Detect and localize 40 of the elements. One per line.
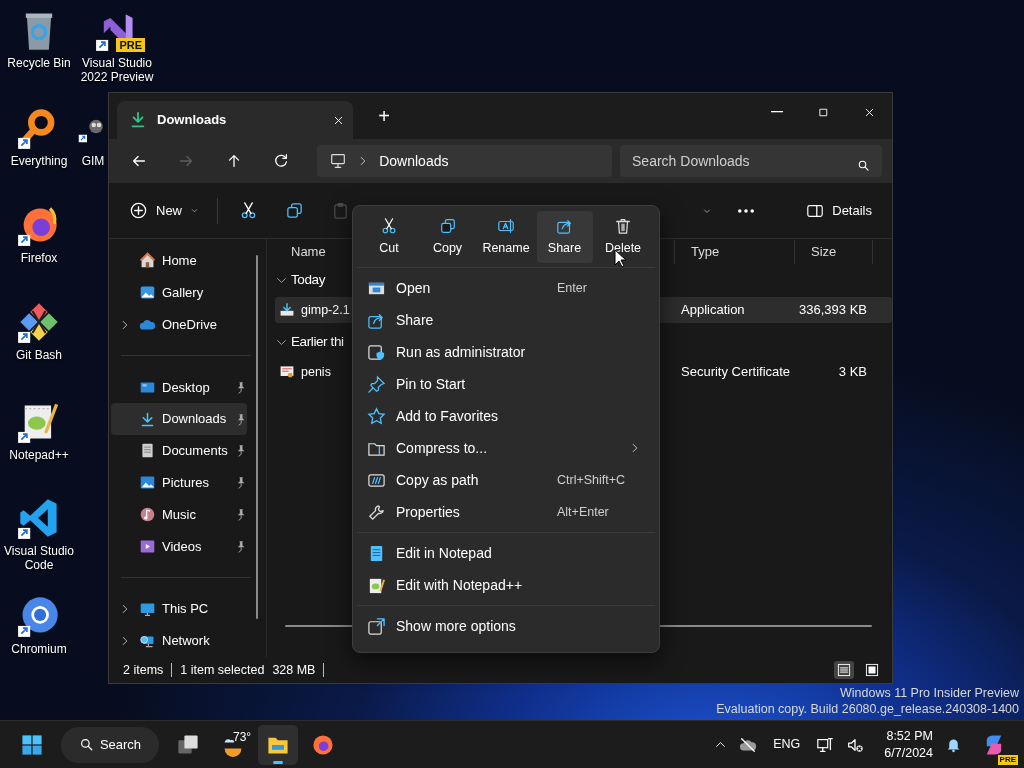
file-type: Application: [680, 301, 746, 320]
file-size: 336,393 KB: [798, 301, 868, 320]
shortcut-hint: Ctrl+Shift+C: [557, 471, 627, 489]
sidebar-label: Home: [162, 252, 198, 271]
menu-label: Run as administrator: [396, 342, 527, 362]
sidebar-label: This PC: [162, 600, 210, 619]
menu-label: Show more options: [396, 616, 517, 636]
file-name: gimp-2.1: [301, 301, 350, 319]
sidebar-label: Music: [162, 505, 197, 524]
tab-title: Downloads: [157, 111, 228, 130]
preview-badge: PRE: [116, 37, 145, 52]
file-size: 3 KB: [837, 363, 868, 382]
preview-badge: PRE: [997, 754, 1018, 765]
menu-label: Edit in Notepad: [396, 543, 493, 563]
menu-label: Edit with Notepad++: [396, 575, 524, 595]
menu-label: Add to Favorites: [396, 406, 499, 426]
sidebar-label: Documents: [162, 442, 228, 461]
menu-label: Copy as path: [396, 470, 480, 490]
shortcut-hint: Alt+Enter: [557, 503, 610, 521]
sidebar-label: Gallery: [162, 283, 205, 302]
selection-info: 1 item selected: [180, 661, 265, 679]
temperature: 73°: [233, 728, 252, 746]
selection-size: 328 MB: [272, 661, 316, 679]
menu-label: Properties: [396, 502, 461, 522]
sidebar-label: OneDrive: [162, 315, 218, 334]
build-info-text: Evaluation copy. Build 26080.ge_release.240308-1400: [716, 701, 1019, 718]
sidebar-label: Desktop: [162, 378, 211, 397]
sidebar-label: Network: [162, 632, 211, 651]
build-info-text: Windows 11 Pro Insider Preview: [839, 685, 1019, 702]
menu-label: Open: [396, 278, 432, 298]
file-type: Security Certificate: [680, 363, 792, 382]
sidebar-label: Videos: [162, 537, 203, 556]
shortcut-hint: Enter: [557, 279, 588, 297]
file-name: penis: [301, 363, 331, 381]
sidebar-label: Downloads: [162, 410, 228, 429]
menu-label: Share: [396, 310, 435, 330]
item-count: 2 items: [123, 661, 164, 679]
menu-label: Pin to Start: [396, 374, 467, 394]
menu-label: Compress to...: [396, 438, 489, 458]
sidebar-label: Pictures: [162, 474, 210, 493]
